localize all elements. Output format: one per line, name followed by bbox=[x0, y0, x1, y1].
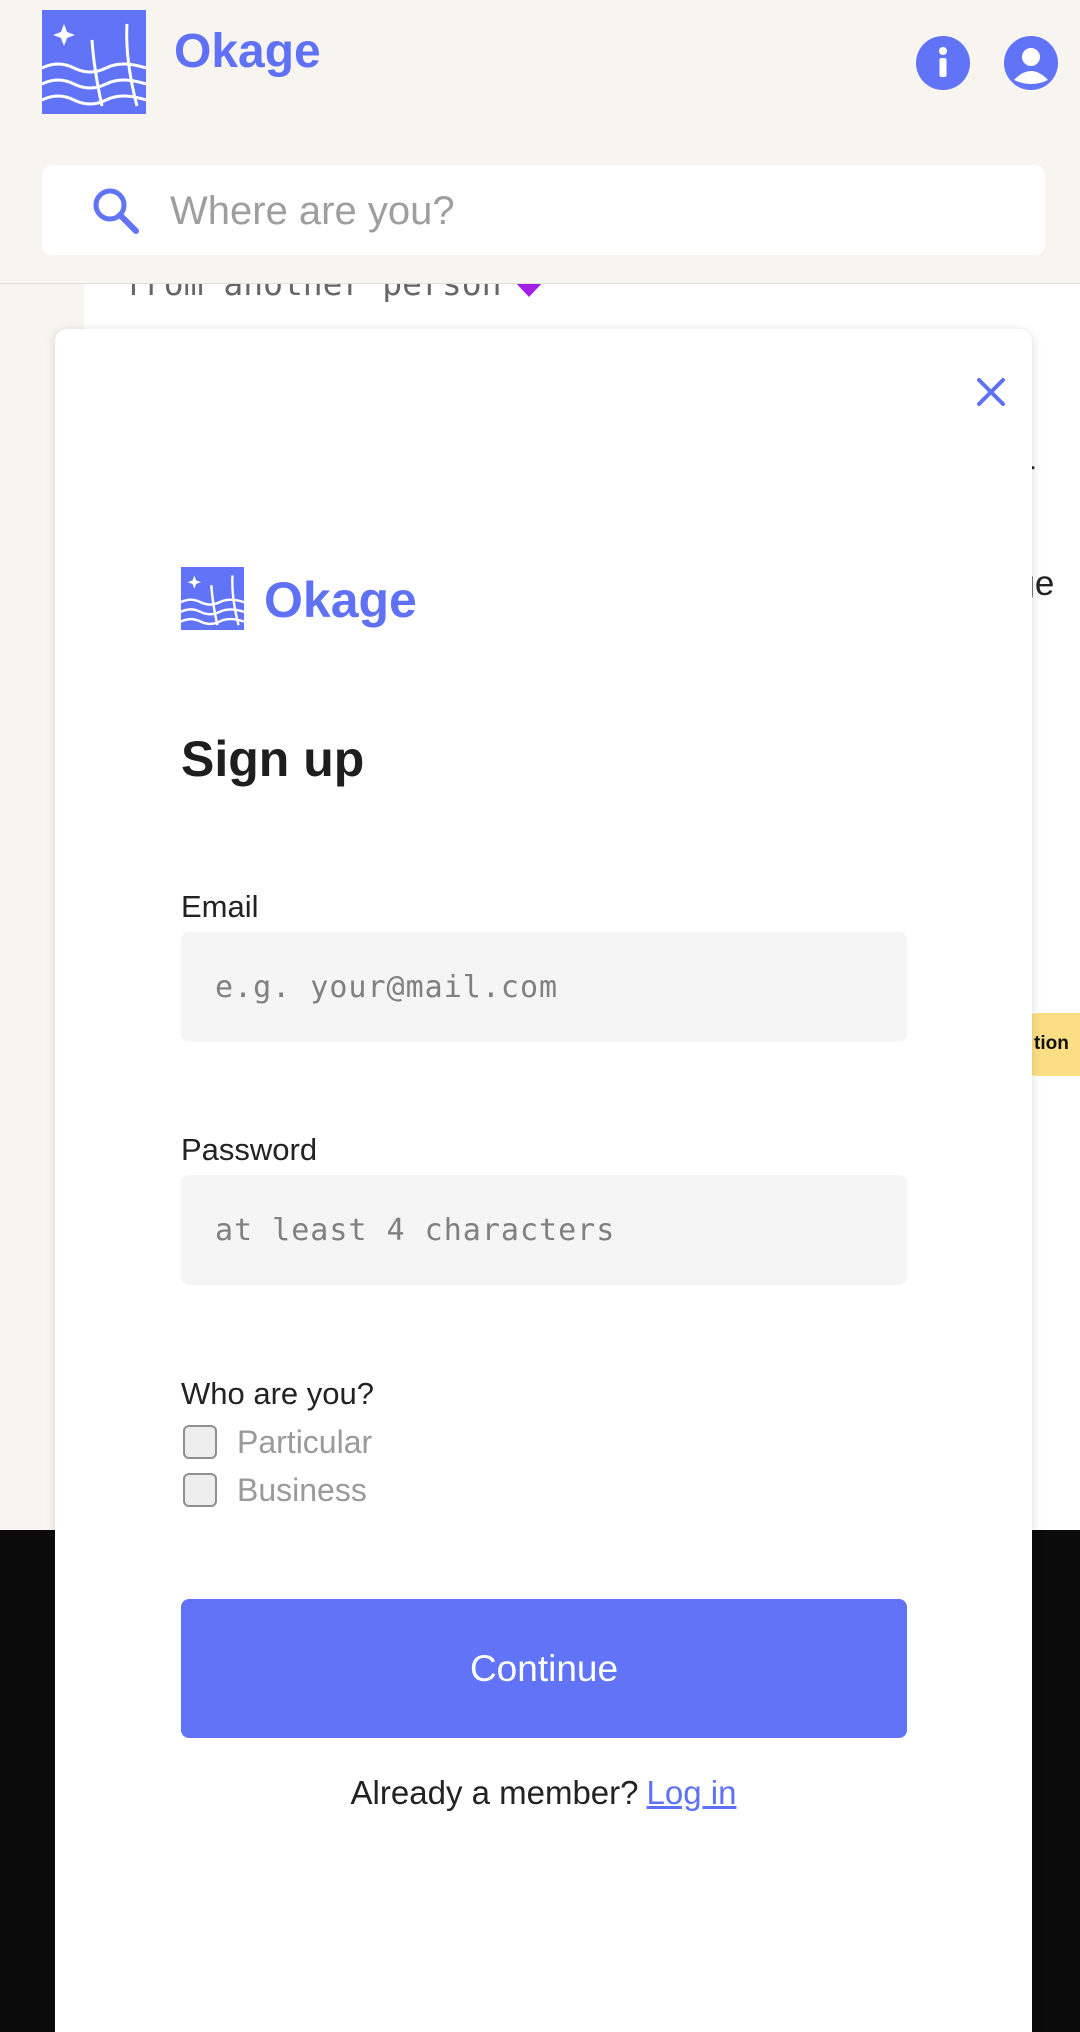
close-button[interactable] bbox=[967, 368, 1015, 416]
password-field[interactable] bbox=[181, 1175, 907, 1285]
purple-heart-icon bbox=[516, 284, 541, 297]
brand-name[interactable]: Okage bbox=[174, 20, 321, 84]
checkbox[interactable] bbox=[183, 1425, 217, 1459]
modal-title: Sign up bbox=[181, 731, 365, 787]
top-header: Okage bbox=[0, 0, 1080, 284]
checkbox-label: Business bbox=[237, 1471, 367, 1508]
password-label: Password bbox=[181, 1132, 318, 1167]
checkbox-business[interactable]: Business bbox=[181, 1468, 367, 1512]
page: Okage from another person ei bbox=[0, 0, 1080, 2032]
okage-logo-icon bbox=[42, 23, 146, 107]
search-input[interactable] bbox=[168, 165, 1022, 257]
who-are-you-label: Who are you? bbox=[181, 1376, 374, 1411]
email-label: Email bbox=[181, 889, 259, 924]
checkbox-label: Particular bbox=[237, 1423, 373, 1460]
search-icon bbox=[93, 188, 139, 234]
okage-logo-icon bbox=[181, 575, 244, 626]
login-link[interactable]: Log in bbox=[647, 1774, 737, 1811]
background-snippet: from another person bbox=[124, 284, 548, 303]
checkbox-particular[interactable]: Particular bbox=[181, 1420, 372, 1464]
info-icon bbox=[939, 47, 947, 77]
member-text: Already a member? bbox=[350, 1774, 639, 1811]
close-icon bbox=[977, 378, 1005, 406]
account-button[interactable] bbox=[1004, 36, 1058, 90]
login-prompt: Already a member? Log in bbox=[55, 1771, 1032, 1815]
user-account-icon bbox=[1014, 48, 1048, 84]
modal-brand-name: Okage bbox=[264, 572, 417, 628]
search-bar[interactable] bbox=[42, 165, 1045, 257]
background-tag-label: tion bbox=[1034, 1033, 1069, 1054]
okage-logo[interactable] bbox=[42, 10, 146, 114]
checkbox[interactable] bbox=[183, 1473, 217, 1507]
continue-button[interactable]: Continue bbox=[181, 1599, 907, 1738]
email-field[interactable] bbox=[181, 932, 907, 1042]
info-button[interactable] bbox=[916, 36, 970, 90]
modal-logo bbox=[181, 567, 244, 630]
signup-modal: Okage Sign up Email Password Who are you… bbox=[55, 329, 1032, 2032]
